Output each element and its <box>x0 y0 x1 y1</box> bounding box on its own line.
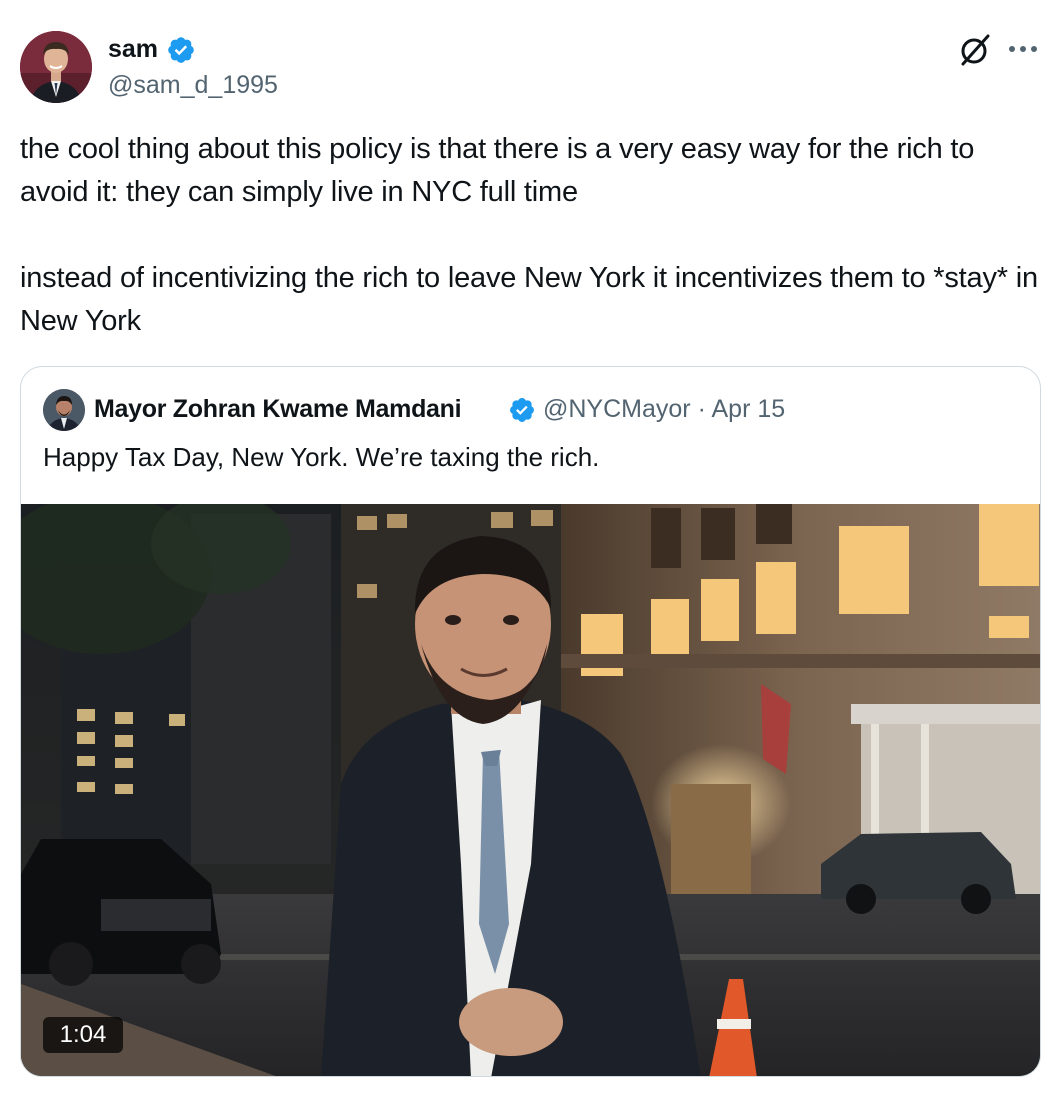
quoted-tweet-date[interactable]: Apr 15 <box>711 395 785 423</box>
author-handle[interactable]: @sam_d_1995 <box>108 70 278 100</box>
quoted-author-name[interactable]: Mayor Zohran Kwame Mamdani <box>94 394 462 424</box>
author-avatar[interactable] <box>20 31 92 103</box>
video-player[interactable]: 1:04 <box>21 504 1040 1076</box>
verified-badge-icon <box>508 396 536 424</box>
quoted-tweet-text: Happy Tax Day, New York. We’re taxing th… <box>43 442 600 472</box>
more-options-icon[interactable] <box>1006 38 1040 60</box>
tweet-text: the cool thing about this policy is that… <box>20 128 1050 343</box>
video-thumbnail <box>21 504 1040 1076</box>
meta-separator: · <box>697 395 712 423</box>
tweet-paragraph-1: the cool thing about this policy is that… <box>20 133 975 208</box>
grok-icon[interactable] <box>958 33 992 67</box>
quoted-author-handle[interactable]: @NYCMayor <box>543 395 691 423</box>
verified-badge-icon <box>166 35 196 65</box>
author-name[interactable]: sam <box>108 34 158 64</box>
quoted-author-avatar[interactable] <box>43 389 85 431</box>
video-duration-badge: 1:04 <box>43 1017 123 1053</box>
tweet-paragraph-2: instead of incentivizing the rich to lea… <box>20 262 1038 337</box>
quoted-tweet-card[interactable]: Mayor Zohran Kwame Mamdani @NYCMayor · A… <box>20 366 1041 1077</box>
quoted-author-meta[interactable]: @NYCMayor · Apr 15 <box>543 394 785 424</box>
